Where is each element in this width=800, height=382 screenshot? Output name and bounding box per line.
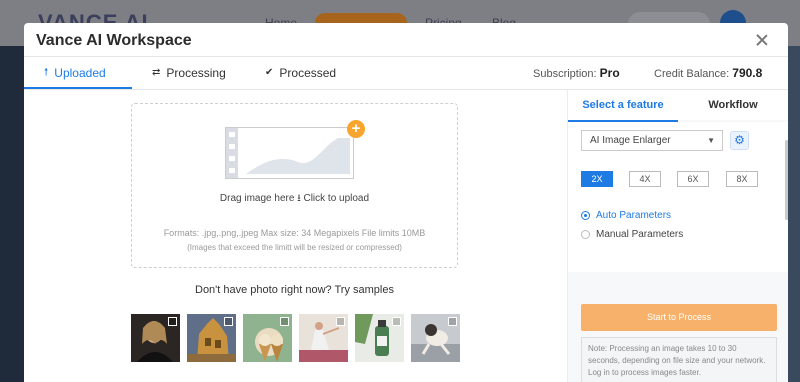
sample-checkbox[interactable]	[336, 317, 345, 326]
credit-value: 790.8	[732, 66, 763, 80]
formats-info: Formats: .jpg,.png,.jpeg Max size: 34 Me…	[163, 228, 426, 238]
tab-uploaded[interactable]: 🠕 Uploaded	[44, 57, 106, 89]
sample-checkbox[interactable]	[392, 317, 401, 326]
credit-info: Credit Balance: 790.8	[654, 57, 762, 90]
processing-note: Note: Processing an image takes 10 to 30…	[581, 337, 777, 382]
subscription-info: Subscription: Pro	[533, 57, 620, 90]
scale-8x-button[interactable]: 8X	[726, 171, 758, 187]
sample-checkbox[interactable]	[448, 317, 457, 326]
feature-select[interactable]: AI Image Enlarger ▼	[581, 130, 723, 151]
refresh-icon: ⇄	[152, 67, 161, 78]
auto-parameters-label: Auto Parameters	[596, 210, 672, 221]
feature-select-value: AI Image Enlarger	[590, 135, 671, 146]
image-placeholder-icon	[225, 127, 354, 179]
sample-ice-cream-cones[interactable]	[243, 314, 292, 362]
sample-running-dog[interactable]	[411, 314, 460, 362]
upload-arrow-icon: 🠕	[44, 67, 49, 78]
auto-parameters-radio[interactable]: Auto Parameters	[581, 210, 671, 221]
samples-title: Don't have photo right now? Try samples	[195, 284, 394, 296]
limit-note: (Images that exceed the limitt will be r…	[187, 243, 402, 252]
feature-options: AI Image Enlarger ▼ ⚙ 2X 4X 6X 8X Auto P…	[568, 122, 788, 272]
upload-icon: ⭳	[297, 193, 301, 204]
upload-dropzone[interactable]: + Drag image here ⭳ Click to upload Form…	[131, 103, 458, 268]
drag-instruction: Drag image here ⭳ Click to upload	[219, 193, 370, 204]
sample-checkbox[interactable]	[280, 317, 289, 326]
sample-woman-portrait[interactable]	[131, 314, 180, 362]
status-tabs: 🠕 Uploaded ⇄ Processing ✔ Processed Subs…	[24, 57, 788, 89]
credit-label: Credit Balance:	[654, 68, 730, 80]
sample-checkbox[interactable]	[168, 317, 177, 326]
tab-processing[interactable]: ⇄ Processing	[152, 57, 226, 89]
modal-title: Vance AI Workspace	[36, 32, 192, 49]
subscription-value: Pro	[599, 66, 620, 80]
close-icon[interactable]	[752, 30, 772, 50]
scale-4x-button[interactable]: 4X	[629, 171, 661, 187]
sample-checkbox[interactable]	[224, 317, 233, 326]
scale-2x-button[interactable]: 2X	[581, 171, 613, 187]
manual-parameters-radio[interactable]: Manual Parameters	[581, 229, 683, 240]
start-process-button[interactable]: Start to Process	[581, 304, 777, 331]
tab-processed-label: Processed	[279, 66, 337, 80]
tab-processed[interactable]: ✔ Processed	[265, 57, 336, 89]
tab-uploaded-label: Uploaded	[54, 66, 106, 80]
sample-bottle-product[interactable]	[355, 314, 404, 362]
manual-parameters-label: Manual Parameters	[596, 229, 684, 240]
sample-temple-building[interactable]	[187, 314, 236, 362]
tab-processing-label: Processing	[166, 66, 226, 80]
tab-workflow[interactable]: Workflow	[678, 90, 788, 120]
tab-select-feature[interactable]: Select a feature	[568, 90, 678, 120]
click-to-upload-link[interactable]: Click to upload	[303, 193, 369, 204]
gear-icon[interactable]: ⚙	[730, 131, 749, 150]
scale-6x-button[interactable]: 6X	[677, 171, 709, 187]
add-icon[interactable]: +	[347, 120, 365, 138]
panel-scrollbar[interactable]	[785, 140, 788, 220]
workspace-modal: Vance AI Workspace 🠕 Uploaded ⇄ Processi…	[24, 23, 788, 382]
sample-yoga-woman[interactable]	[299, 314, 348, 362]
subscription-label: Subscription:	[533, 68, 597, 80]
feature-panel: Select a feature Workflow AI Image Enlar…	[567, 90, 788, 382]
check-circle-icon: ✔	[265, 67, 274, 78]
chevron-down-icon: ▼	[707, 136, 715, 145]
